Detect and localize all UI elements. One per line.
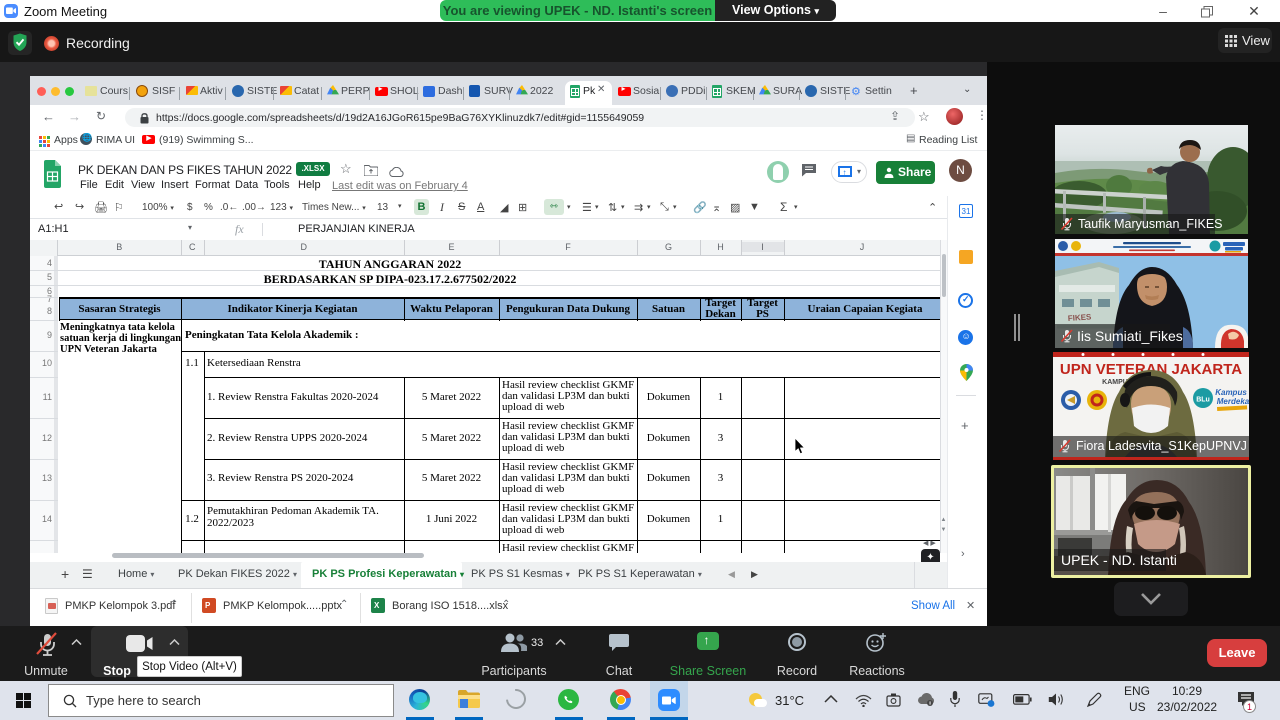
svg-text:Merdeka: Merdeka (1217, 397, 1249, 406)
svg-text:BLu: BLu (1196, 397, 1210, 404)
svg-text:Kampus: Kampus (1215, 388, 1247, 397)
svg-text:FIKES: FIKES (1068, 312, 1093, 323)
